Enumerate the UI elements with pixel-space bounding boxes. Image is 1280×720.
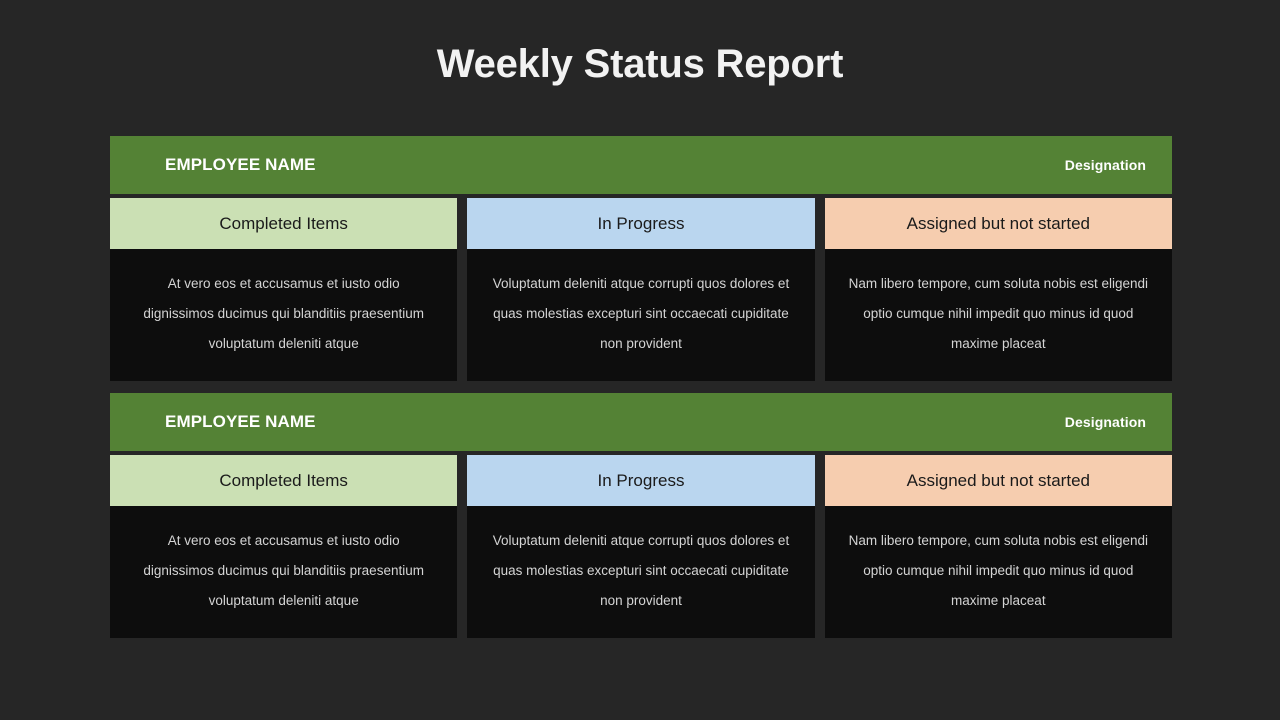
status-column-completed: Completed Items At vero eos et accusamus… — [110, 455, 458, 638]
column-heading-completed: Completed Items — [110, 455, 458, 506]
column-heading-assigned: Assigned but not started — [824, 455, 1172, 506]
designation-label: Designation — [1064, 157, 1146, 173]
column-body-in-progress: Voluptatum deleniti atque corrupti quos … — [467, 249, 815, 381]
column-body-completed: At vero eos et accusamus et iusto odio d… — [110, 506, 458, 638]
column-body-text: At vero eos et accusamus et iusto odio d… — [143, 276, 424, 351]
column-body-in-progress: Voluptatum deleniti atque corrupti quos … — [467, 506, 815, 638]
column-heading-in-progress: In Progress — [467, 198, 815, 249]
status-column-assigned: Assigned but not started Nam libero temp… — [824, 198, 1172, 381]
column-heading-assigned: Assigned but not started — [824, 198, 1172, 249]
column-body-text: Voluptatum deleniti atque corrupti quos … — [492, 533, 790, 608]
status-column-in-progress: In Progress Voluptatum deleniti atque co… — [467, 455, 815, 638]
status-column-completed: Completed Items At vero eos et accusamus… — [110, 198, 458, 381]
page-title: Weekly Status Report — [436, 42, 844, 86]
column-heading-completed: Completed Items — [110, 198, 458, 249]
employee-status-block: EMPLOYEE NAME Designation Completed Item… — [110, 136, 1172, 381]
column-body-text: Nam libero tempore, cum soluta nobis est… — [848, 533, 1149, 608]
employee-status-block: EMPLOYEE NAME Designation Completed Item… — [110, 393, 1172, 638]
column-body-assigned: Nam libero tempore, cum soluta nobis est… — [824, 249, 1172, 381]
status-columns: Completed Items At vero eos et accusamus… — [110, 198, 1172, 381]
slide-canvas: Weekly Status Report EMPLOYEE NAME Desig… — [0, 0, 1280, 720]
employee-name-label: EMPLOYEE NAME — [165, 155, 316, 174]
designation-label: Designation — [1064, 414, 1146, 430]
employee-name-label: EMPLOYEE NAME — [165, 412, 316, 431]
column-body-completed: At vero eos et accusamus et iusto odio d… — [110, 249, 458, 381]
employee-header-bar: EMPLOYEE NAME Designation — [110, 393, 1172, 451]
employee-header-bar: EMPLOYEE NAME Designation — [110, 136, 1172, 194]
status-column-assigned: Assigned but not started Nam libero temp… — [824, 455, 1172, 638]
column-body-assigned: Nam libero tempore, cum soluta nobis est… — [824, 506, 1172, 638]
column-body-text: At vero eos et accusamus et iusto odio d… — [143, 533, 424, 608]
column-body-text: Voluptatum deleniti atque corrupti quos … — [492, 276, 790, 351]
status-column-in-progress: In Progress Voluptatum deleniti atque co… — [467, 198, 815, 381]
status-columns: Completed Items At vero eos et accusamus… — [110, 455, 1172, 638]
column-heading-in-progress: In Progress — [467, 455, 815, 506]
column-body-text: Nam libero tempore, cum soluta nobis est… — [848, 276, 1149, 351]
